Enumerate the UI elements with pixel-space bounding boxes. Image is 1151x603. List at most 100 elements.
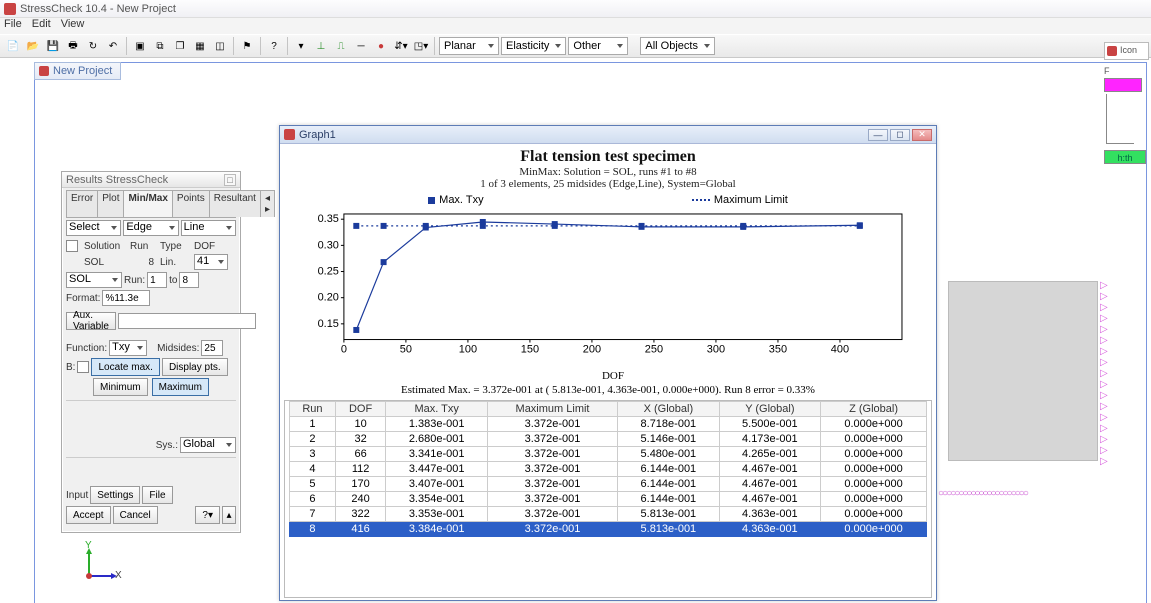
close-icon[interactable]: ✕ xyxy=(912,129,932,141)
new-icon[interactable]: 📄 xyxy=(4,37,22,55)
collapse-button[interactable]: ▴ xyxy=(222,506,236,524)
table-row[interactable]: 1101.383e-0013.372e-0018.718e-0015.500e-… xyxy=(290,417,927,432)
svg-text:0.35: 0.35 xyxy=(318,213,339,225)
aux-variable-input[interactable] xyxy=(118,313,256,329)
graph-title-label: Graph1 xyxy=(299,129,336,141)
svg-text:200: 200 xyxy=(583,343,601,355)
point-icon[interactable]: ● xyxy=(372,37,390,55)
table-row[interactable]: 73223.353e-0013.372e-0015.813e-0014.363e… xyxy=(290,507,927,522)
graph-titlebar[interactable]: Graph1 — ◻ ✕ xyxy=(280,126,936,144)
file-button[interactable]: File xyxy=(142,486,172,504)
b-checkbox[interactable] xyxy=(77,361,89,373)
select-other[interactable]: Other xyxy=(568,37,628,55)
minimize-icon[interactable]: — xyxy=(868,129,888,141)
select-mode[interactable]: Select xyxy=(66,220,121,236)
sol-select[interactable]: SOL xyxy=(66,272,122,288)
print-icon[interactable]: 🖶 xyxy=(64,37,82,55)
midsides-input[interactable] xyxy=(201,340,223,356)
cancel-button[interactable]: Cancel xyxy=(113,506,158,524)
svg-text:400: 400 xyxy=(831,343,849,355)
box-icon[interactable]: ▣ xyxy=(131,37,149,55)
maximize-icon[interactable]: ◻ xyxy=(890,129,910,141)
select-line[interactable]: Line xyxy=(181,220,236,236)
function-select[interactable]: Txy xyxy=(109,340,147,356)
maximum-button[interactable]: Maximum xyxy=(152,378,209,396)
run-to-input[interactable] xyxy=(179,272,199,288)
titlebar: StressCheck 10.4 - New Project xyxy=(0,0,1151,18)
stack-icon[interactable]: ❐ xyxy=(171,37,189,55)
tab-resultant[interactable]: Resultant xyxy=(209,190,261,217)
table-header: Run xyxy=(290,402,336,417)
select-objects[interactable]: All Objects xyxy=(640,37,715,55)
settings-button[interactable]: Settings xyxy=(90,486,140,504)
help-icon[interactable]: ? xyxy=(265,37,283,55)
refresh-icon[interactable]: ↻ xyxy=(84,37,102,55)
sys-select[interactable]: Global xyxy=(180,437,236,453)
copy-icon[interactable]: ⧉ xyxy=(151,37,169,55)
workspace: New Project Results StressCheck □ Error … xyxy=(34,62,1147,603)
separator xyxy=(260,37,261,55)
workspace-tab[interactable]: New Project xyxy=(34,62,121,80)
panel-close-icon[interactable]: □ xyxy=(224,174,236,186)
menu-edit[interactable]: Edit xyxy=(32,18,51,34)
locate-max-button[interactable]: Locate max. xyxy=(91,358,159,376)
svg-text:0.25: 0.25 xyxy=(318,266,339,278)
estimate-text: Estimated Max. = 3.372e-001 at ( 5.813e-… xyxy=(284,384,932,396)
camera-icon[interactable]: ▾ xyxy=(292,37,310,55)
axis-icon[interactable]: ⊥ xyxy=(312,37,330,55)
tab-error[interactable]: Error xyxy=(66,190,98,217)
tab-points[interactable]: Points xyxy=(172,190,210,217)
dash-icon[interactable]: ─ xyxy=(352,37,370,55)
table-header: Maximum Limit xyxy=(487,402,617,417)
legend-marker-icon xyxy=(428,197,435,204)
svg-text:300: 300 xyxy=(707,343,725,355)
table-row[interactable]: 2322.680e-0013.372e-0015.146e-0014.173e-… xyxy=(290,432,927,447)
table-row[interactable]: 62403.354e-0013.372e-0016.144e-0014.467e… xyxy=(290,492,927,507)
aux-variable-button[interactable]: Aux. Variable xyxy=(66,312,116,330)
select-projection[interactable]: Planar xyxy=(439,37,499,55)
table-row[interactable]: 41123.447e-0013.372e-0016.144e-0014.467e… xyxy=(290,462,927,477)
menubar[interactable]: File Edit View xyxy=(0,18,1151,34)
format-input[interactable] xyxy=(102,290,150,306)
save-icon[interactable]: 💾 xyxy=(44,37,62,55)
flip-icon[interactable]: ⇵▾ xyxy=(392,37,410,55)
select-edge[interactable]: Edge xyxy=(123,220,178,236)
separator xyxy=(233,37,234,55)
select-physics[interactable]: Elasticity xyxy=(501,37,566,55)
results-table[interactable]: RunDOFMax. TxyMaximum LimitX (Global)Y (… xyxy=(284,400,932,598)
svg-text:0: 0 xyxy=(341,343,347,355)
flag-icon[interactable]: ⚑ xyxy=(238,37,256,55)
table-row[interactable]: 84163.384e-0013.372e-0015.813e-0014.363e… xyxy=(290,522,927,537)
table-row[interactable]: 3663.341e-0013.372e-0015.480e-0014.265e-… xyxy=(290,447,927,462)
menu-view[interactable]: View xyxy=(61,18,85,34)
tab-more[interactable]: ◂ ▸ xyxy=(260,190,275,217)
table-row[interactable]: 51703.407e-0013.372e-0016.144e-0014.467e… xyxy=(290,477,927,492)
solution-checkbox[interactable] xyxy=(66,240,78,252)
tab-minmax[interactable]: Min/Max xyxy=(123,190,172,217)
tab-plot[interactable]: Plot xyxy=(97,190,124,217)
undo-icon[interactable]: ↶ xyxy=(104,37,122,55)
open-icon[interactable]: 📂 xyxy=(24,37,42,55)
swatch-magenta xyxy=(1104,78,1142,92)
chart-title: Flat tension test specimen xyxy=(284,148,932,166)
svg-text:100: 100 xyxy=(459,343,477,355)
cube-icon[interactable]: ◳▾ xyxy=(412,37,430,55)
x-axis-label: DOF xyxy=(602,370,624,382)
run-from-input[interactable] xyxy=(147,272,167,288)
toolbar: 📄 📂 💾 🖶 ↻ ↶ ▣ ⧉ ❐ ▦ ◫ ⚑ ? ▾ ⊥ ⎍ ─ ● ⇵▾ ◳… xyxy=(0,34,1151,58)
minimum-button[interactable]: Minimum xyxy=(93,378,148,396)
table-header: DOF xyxy=(335,402,386,417)
color-key: Icon F h:th xyxy=(1104,42,1149,164)
table-header: Y (Global) xyxy=(719,402,821,417)
svg-text:250: 250 xyxy=(645,343,663,355)
chart-subtitle-1: MinMax: Solution = SOL, runs #1 to #8 xyxy=(284,166,932,178)
display-pts-button[interactable]: Display pts. xyxy=(162,358,228,376)
help-panel-button[interactable]: ?▾ xyxy=(195,506,220,524)
results-panel: Results StressCheck □ Error Plot Min/Max… xyxy=(61,171,241,533)
layers-icon[interactable]: ▦ xyxy=(191,37,209,55)
dof-select[interactable]: 41 xyxy=(194,254,228,270)
menu-file[interactable]: File xyxy=(4,18,22,34)
proj-icon[interactable]: ⎍ xyxy=(332,37,350,55)
merge-icon[interactable]: ◫ xyxy=(211,37,229,55)
accept-button[interactable]: Accept xyxy=(66,506,111,524)
